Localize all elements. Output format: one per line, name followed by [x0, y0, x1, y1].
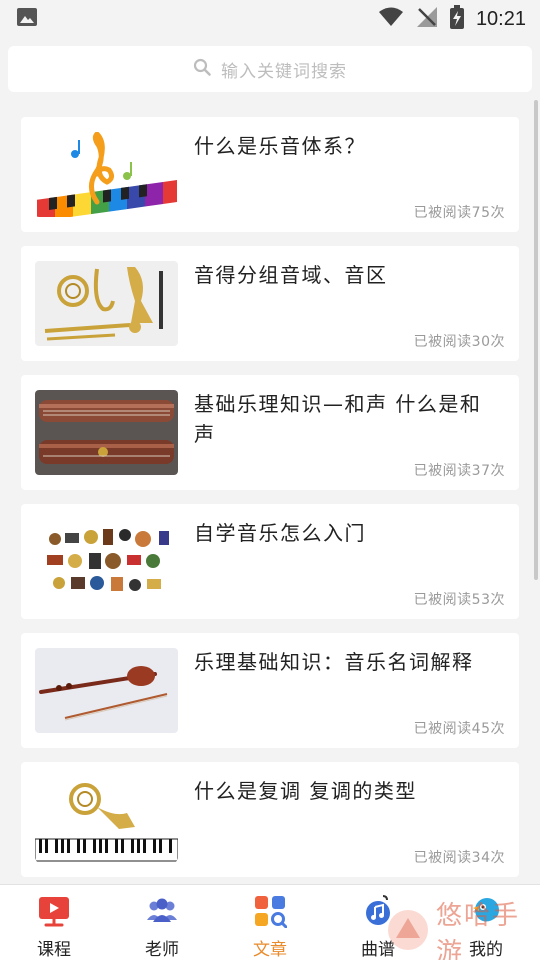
read-count: 已被阅读34次	[413, 850, 505, 866]
article-title: 自学音乐怎么入门	[194, 521, 366, 545]
battery-charging-icon	[449, 5, 464, 33]
article-card[interactable]: 音得分组音域、音区 已被阅读30次	[21, 246, 519, 361]
read-count: 已被阅读45次	[413, 721, 505, 737]
erhu-image	[35, 648, 178, 733]
search-icon	[193, 58, 211, 80]
article-card[interactable]: 乐理基础知识：音乐名词解释 已被阅读45次	[21, 633, 519, 748]
tab-mine-label: 我的	[469, 940, 503, 960]
tab-articles[interactable]: 文章	[216, 885, 324, 960]
search-placeholder: 输入关键词搜索	[221, 61, 347, 82]
rainbow-keyboard-clef-image	[35, 132, 178, 217]
article-title: 什么是乐音体系？	[194, 134, 366, 158]
tab-scores[interactable]: 曲谱	[324, 885, 432, 960]
video-play-icon	[36, 893, 72, 929]
article-title: 什么是复调 复调的类型	[194, 779, 417, 803]
article-card[interactable]: 基础乐理知识—和声 什么是和声 已被阅读37次	[21, 375, 519, 490]
status-bar: 10:21	[0, 0, 540, 38]
grid-search-icon	[252, 893, 288, 929]
french-horn-piano-image	[35, 777, 178, 862]
tab-mine[interactable]: 我的	[432, 885, 540, 960]
music-sheet-icon	[360, 893, 396, 929]
read-count: 已被阅读30次	[413, 334, 505, 350]
article-title: 乐理基础知识：音乐名词解释	[194, 650, 474, 674]
no-signal-icon	[416, 6, 438, 32]
read-count: 已被阅读53次	[413, 592, 505, 608]
guzheng-image	[35, 390, 178, 475]
tab-teachers[interactable]: 老师	[108, 885, 216, 960]
image-icon	[16, 7, 38, 31]
brass-instruments-image	[35, 261, 178, 346]
scrollbar[interactable]	[534, 100, 538, 580]
bottom-nav: 课程 老师 文章 曲谱 我的	[0, 884, 540, 960]
read-count: 已被阅读37次	[413, 463, 505, 479]
article-title: 音得分组音域、音区	[194, 263, 388, 287]
tab-courses-label: 课程	[37, 940, 71, 960]
tab-scores-label: 曲谱	[361, 940, 395, 960]
article-list[interactable]: 什么是乐音体系？ 已被阅读75次 音得分组音域、音区 已被阅读30次 基础乐理知…	[0, 104, 540, 884]
tab-articles-label: 文章	[253, 940, 287, 960]
read-count: 已被阅读75次	[413, 205, 505, 221]
article-card[interactable]: 自学音乐怎么入门 已被阅读53次	[21, 504, 519, 619]
status-time: 10:21	[475, 7, 526, 30]
search-input[interactable]: 输入关键词搜索	[8, 46, 532, 92]
people-icon	[144, 893, 180, 929]
tab-teachers-label: 老师	[145, 940, 179, 960]
article-card[interactable]: 什么是复调 复调的类型 已被阅读34次	[21, 762, 519, 877]
tab-courses[interactable]: 课程	[0, 885, 108, 960]
article-card[interactable]: 什么是乐音体系？ 已被阅读75次	[21, 117, 519, 232]
instruments-collage-image	[35, 519, 178, 604]
wifi-icon	[378, 7, 404, 31]
article-title: 基础乐理知识—和声 什么是和声	[194, 392, 482, 446]
bird-avatar-icon	[468, 893, 504, 929]
